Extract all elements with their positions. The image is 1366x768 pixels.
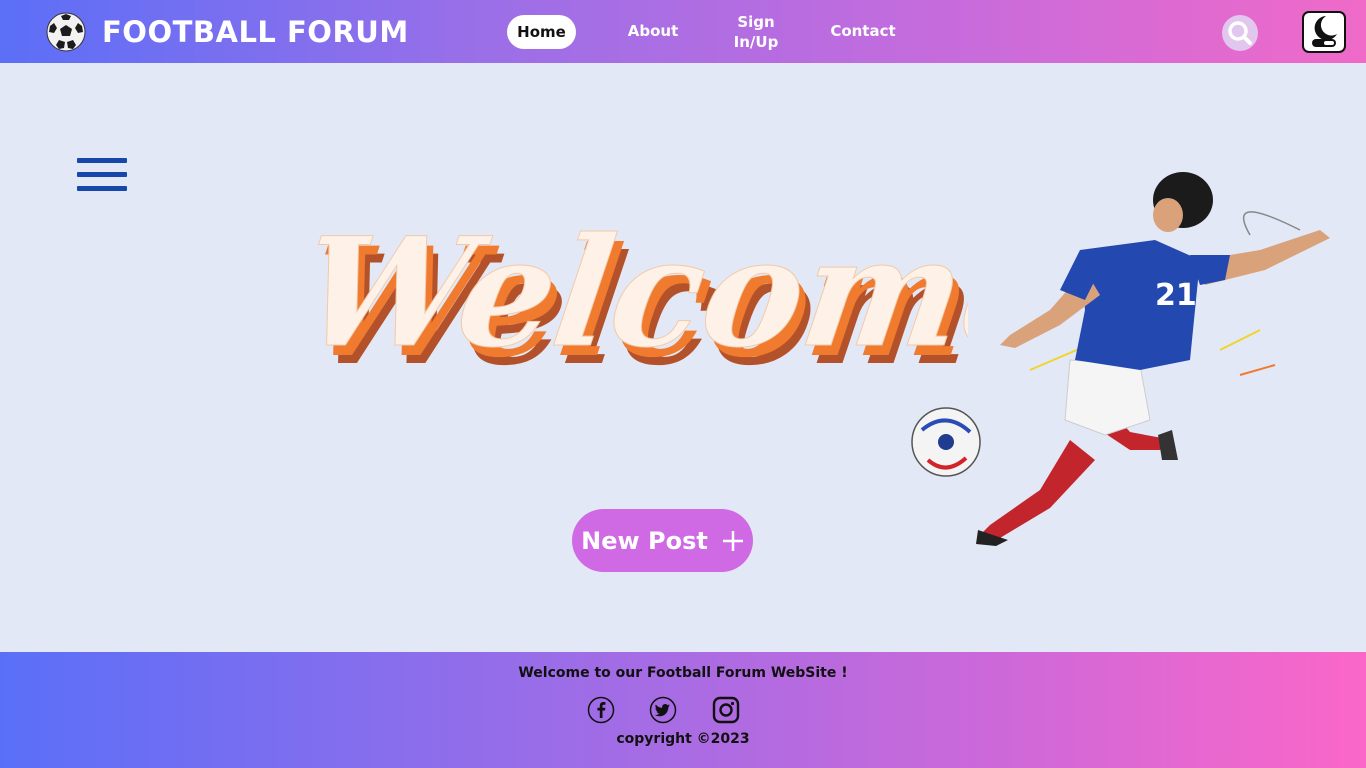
footer-welcome-text: Welcome to our Football Forum WebSite ! bbox=[518, 665, 848, 681]
brand[interactable]: FOOTBALL FORUM bbox=[46, 12, 409, 52]
new-post-button[interactable]: New Post bbox=[572, 509, 753, 572]
footer: Welcome to our Football Forum WebSite ! … bbox=[0, 652, 1366, 768]
new-post-label: New Post bbox=[581, 526, 708, 555]
top-navbar: FOOTBALL FORUM Home About Sign In/Up Con… bbox=[0, 0, 1366, 63]
nav-about[interactable]: About bbox=[622, 22, 684, 40]
ball-icon bbox=[911, 407, 981, 477]
welcome-banner: Welcome Welcome Welcome bbox=[318, 203, 968, 399]
welcome-text: Welcome bbox=[318, 204, 968, 381]
site-title: FOOTBALL FORUM bbox=[102, 15, 409, 49]
theme-toggle-button[interactable] bbox=[1302, 11, 1346, 53]
nav-sign-line1: Sign bbox=[737, 13, 775, 31]
nav-sign-line2: In/Up bbox=[733, 33, 779, 51]
instagram-icon[interactable] bbox=[712, 696, 740, 724]
svg-text:21: 21 bbox=[1155, 278, 1197, 313]
search-button[interactable] bbox=[1222, 15, 1258, 51]
hamburger-menu-icon-line bbox=[77, 186, 127, 191]
hamburger-menu-icon-line bbox=[77, 172, 127, 177]
soccer-ball-icon bbox=[46, 12, 86, 52]
hamburger-menu-button[interactable] bbox=[77, 158, 127, 192]
nav-sign-in-up[interactable]: Sign In/Up bbox=[728, 12, 784, 52]
plus-icon bbox=[722, 530, 743, 551]
facebook-icon[interactable] bbox=[587, 696, 615, 724]
footer-copyright: copyright ©2023 bbox=[616, 731, 750, 747]
hamburger-menu-icon bbox=[77, 158, 127, 163]
search-icon bbox=[1228, 21, 1252, 45]
nav-contact[interactable]: Contact bbox=[826, 22, 900, 40]
dark-mode-toggle-icon bbox=[1312, 16, 1337, 47]
nav-home[interactable]: Home bbox=[507, 15, 576, 49]
football-player-illustration: 21 bbox=[911, 172, 1330, 546]
twitter-icon[interactable] bbox=[649, 696, 677, 724]
